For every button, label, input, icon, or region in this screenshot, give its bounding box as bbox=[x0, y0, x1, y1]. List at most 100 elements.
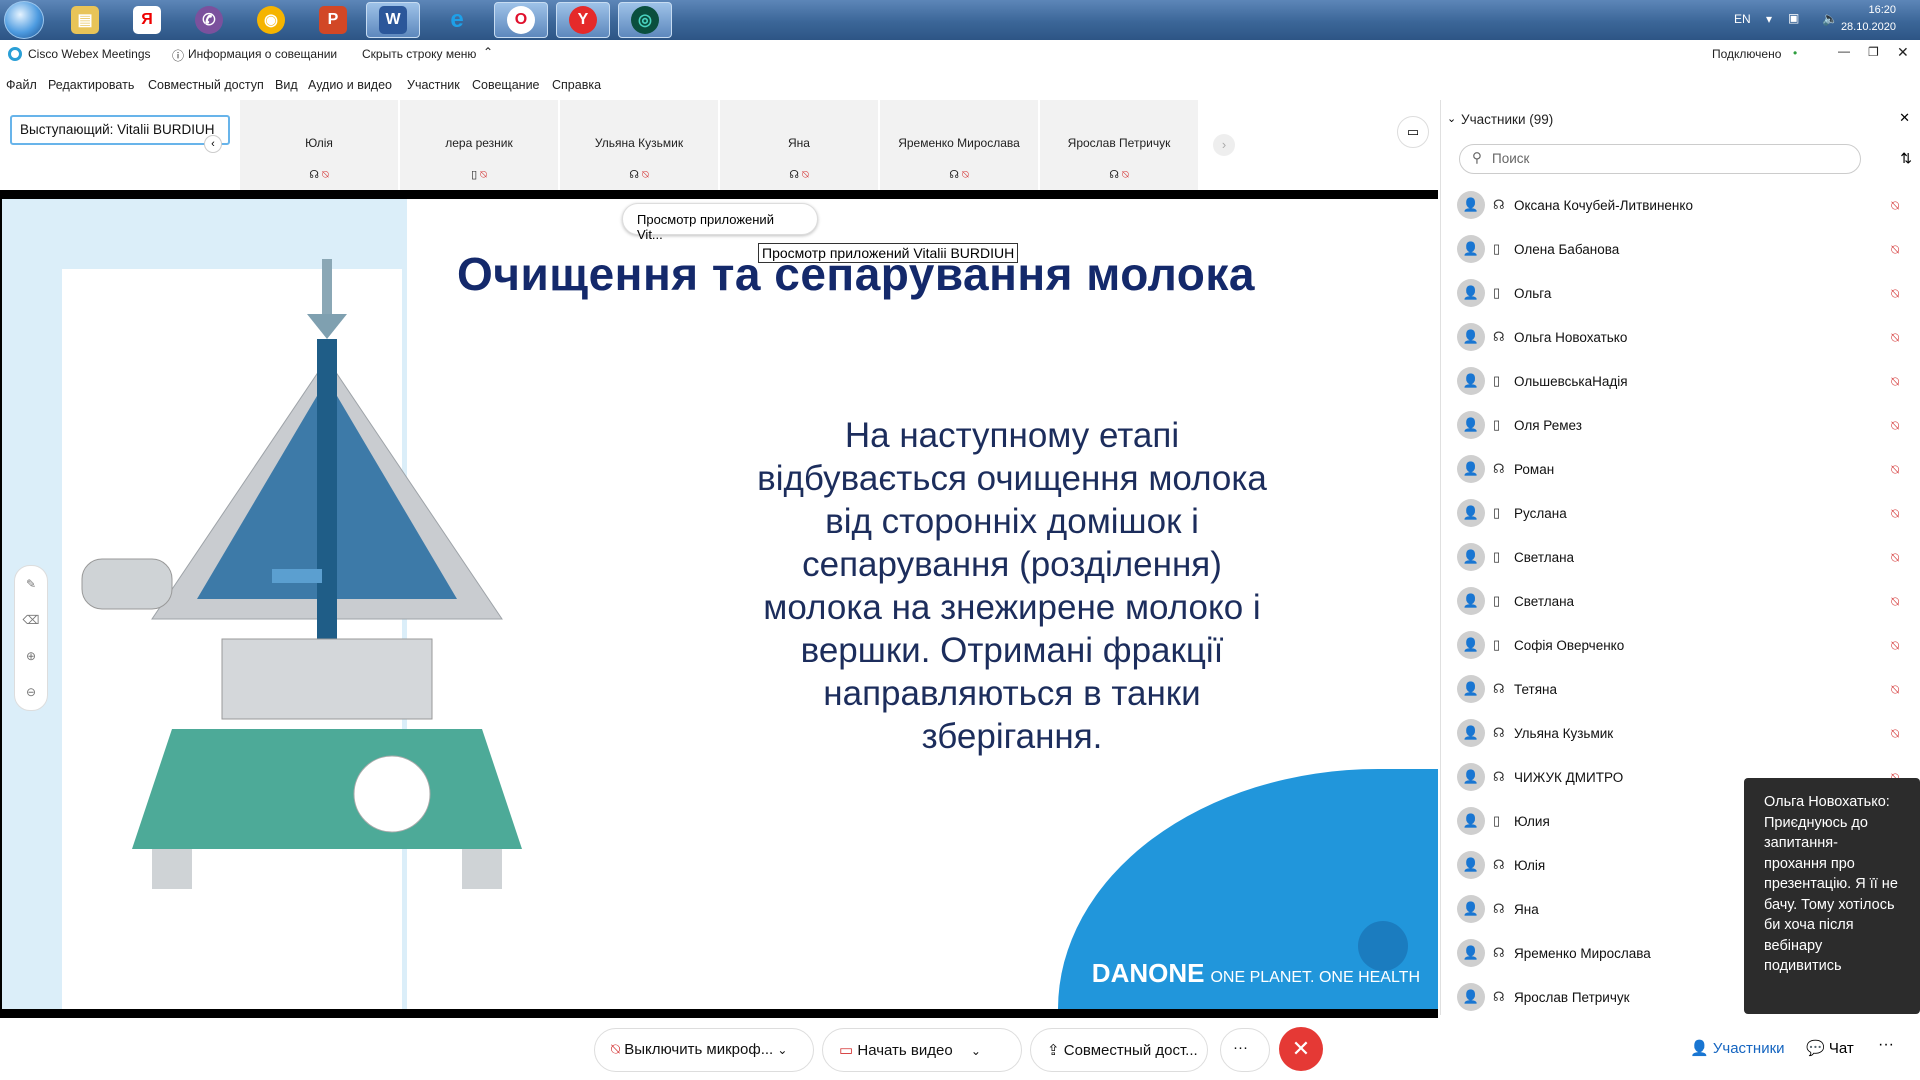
thumbnail[interactable]: Яна ☊ ⍉ bbox=[720, 100, 878, 190]
next-thumbnails-button[interactable]: › bbox=[1213, 134, 1235, 156]
participant-row[interactable]: 👤 ☊ Ульяна Кузьмик ⍉ bbox=[1441, 712, 1920, 756]
chat-tab[interactable]: 💬 Чат bbox=[1806, 1039, 1854, 1057]
mic-muted-icon[interactable]: ⍉ bbox=[1891, 198, 1899, 214]
start-button[interactable] bbox=[4, 1, 44, 39]
meeting-info-link[interactable]: Информация о совещании bbox=[188, 47, 337, 61]
language-indicator[interactable]: EN bbox=[1734, 12, 1751, 26]
sort-icon[interactable]: ⇅ bbox=[1900, 150, 1912, 167]
zoom-in-icon[interactable]: ⊕ bbox=[15, 638, 47, 674]
menu-audio-video[interactable]: Аудио и видео bbox=[308, 78, 392, 92]
info-icon[interactable]: ⓘ bbox=[172, 47, 184, 64]
taskbar-yandex-browser[interactable]: Y bbox=[556, 2, 610, 38]
share-content-button[interactable]: ⇪ Совместный дост... bbox=[1030, 1028, 1208, 1072]
mic-muted-icon[interactable]: ⍉ bbox=[1891, 594, 1899, 610]
mic-muted-icon[interactable]: ⍉ bbox=[1891, 682, 1899, 698]
video-label: Начать видео bbox=[857, 1042, 953, 1059]
taskbar-powerpoint[interactable]: P bbox=[306, 2, 360, 38]
participant-search-input[interactable]: ⚲ Поиск bbox=[1459, 144, 1861, 174]
participant-row[interactable]: 👤 ▯ Оля Ремез ⍉ bbox=[1441, 404, 1920, 448]
chevron-down-icon[interactable]: ⌄ bbox=[777, 1043, 787, 1057]
menu-share[interactable]: Совместный доступ bbox=[148, 78, 264, 92]
headset-icon: ☊ bbox=[1493, 461, 1505, 476]
app-view-tooltip: Просмотр приложений Vitalii BURDIUH bbox=[758, 243, 1019, 263]
zoom-out-icon[interactable]: ⊖ bbox=[15, 674, 47, 710]
panel-more-button[interactable]: ··· bbox=[1878, 1036, 1894, 1054]
close-window-button[interactable]: ✕ bbox=[1897, 44, 1909, 61]
taskbar-explorer[interactable]: ▤ bbox=[58, 2, 112, 38]
menu-edit[interactable]: Редактировать bbox=[48, 78, 134, 92]
eraser-icon[interactable]: ⌫ bbox=[15, 602, 47, 638]
thumbnail[interactable]: Юлія ☊ ⍉ bbox=[240, 100, 398, 190]
annotate-icon[interactable]: ✎ bbox=[15, 566, 47, 602]
hide-menu-link[interactable]: Скрыть строку меню bbox=[362, 47, 476, 61]
chevron-up-icon[interactable]: ⌃ bbox=[483, 45, 493, 59]
menu-file[interactable]: Файл bbox=[6, 78, 37, 92]
headset-icon: ☊ bbox=[1493, 857, 1505, 872]
clock-time[interactable]: 16:20 bbox=[1868, 4, 1896, 16]
windows-taskbar: ▤ Я ✆ ◉ P W e O Y ◎ EN ▾ ▣ 🔈 16:20 28.10… bbox=[0, 0, 1920, 40]
mic-muted-icon[interactable]: ⍉ bbox=[1891, 418, 1899, 434]
participant-row[interactable]: 👤 ▯ Светлана ⍉ bbox=[1441, 536, 1920, 580]
mic-muted-icon[interactable]: ⍉ bbox=[1891, 286, 1899, 302]
taskbar-webex[interactable]: ◎ bbox=[618, 2, 672, 38]
participant-row[interactable]: 👤 ☊ Ольга Новохатько ⍉ bbox=[1441, 316, 1920, 360]
mic-muted-icon[interactable]: ⍉ bbox=[1891, 374, 1899, 390]
mic-muted-icon: ⍉ bbox=[802, 169, 809, 181]
mic-muted-icon[interactable]: ⍉ bbox=[1891, 462, 1899, 478]
collapse-chevron-icon[interactable]: ‹ bbox=[204, 135, 222, 153]
chevron-down-icon[interactable]: ▾ bbox=[1766, 12, 1772, 26]
mic-muted-icon[interactable]: ⍉ bbox=[1891, 726, 1899, 742]
chevron-down-icon[interactable]: ⌄ bbox=[1447, 112, 1456, 125]
mic-muted-icon: ⍉ bbox=[322, 169, 329, 181]
menu-view[interactable]: Вид bbox=[275, 78, 298, 92]
taskbar-word[interactable]: W bbox=[366, 2, 420, 38]
mute-button[interactable]: ⍉ Выключить микроф... ⌄ bbox=[594, 1028, 814, 1072]
taskbar-opera[interactable]: O bbox=[494, 2, 548, 38]
thumbnail[interactable]: лера резник ▯ ⍉ bbox=[400, 100, 558, 190]
participant-row[interactable]: 👤 ▯ Софія Оверченко ⍉ bbox=[1441, 624, 1920, 668]
phone-icon: ▯ bbox=[1493, 593, 1501, 608]
mic-muted-icon[interactable]: ⍉ bbox=[1891, 506, 1899, 522]
chevron-down-icon[interactable]: ⌄ bbox=[971, 1044, 981, 1058]
taskbar-chrome[interactable]: ◉ bbox=[244, 2, 298, 38]
thumbnail[interactable]: Ульяна Кузьмик ☊ ⍉ bbox=[560, 100, 718, 190]
leave-meeting-button[interactable]: ✕ bbox=[1279, 1027, 1323, 1071]
chat-notification[interactable]: Ольга Новохатько: Приєднуюсь до запитанн… bbox=[1744, 778, 1920, 1014]
taskbar-ie[interactable]: e bbox=[430, 2, 484, 38]
participant-row[interactable]: 👤 ▯ Ольга ⍉ bbox=[1441, 272, 1920, 316]
participant-row[interactable]: 👤 ▯ ОльшевськаНадія ⍉ bbox=[1441, 360, 1920, 404]
app-view-pill[interactable]: Просмотр приложений Vit... bbox=[622, 203, 818, 242]
layout-icon[interactable]: ▭ bbox=[1397, 116, 1429, 148]
participant-row[interactable]: 👤 ▯ Светлана ⍉ bbox=[1441, 580, 1920, 624]
participant-row[interactable]: 👤 ☊ Тетяна ⍉ bbox=[1441, 668, 1920, 712]
mic-muted-icon[interactable]: ⍉ bbox=[1891, 242, 1899, 258]
taskbar-viber[interactable]: ✆ bbox=[182, 2, 236, 38]
participants-tab[interactable]: 👤 Участники bbox=[1690, 1039, 1785, 1057]
mic-muted-icon[interactable]: ⍉ bbox=[1891, 638, 1899, 654]
inlet-pipe bbox=[322, 259, 332, 319]
clock-date[interactable]: 28.10.2020 bbox=[1841, 21, 1896, 33]
menu-help[interactable]: Справка bbox=[552, 78, 601, 92]
menu-participant[interactable]: Участник bbox=[407, 78, 460, 92]
active-speaker-label[interactable]: Выступающий: Vitalii BURDIUH bbox=[10, 115, 230, 145]
network-icon[interactable]: ▣ bbox=[1788, 11, 1799, 25]
participant-row[interactable]: 👤 ☊ Оксана Кочубей-Литвиненко ⍉ bbox=[1441, 184, 1920, 228]
menu-meeting[interactable]: Совещание bbox=[472, 78, 540, 92]
close-panel-button[interactable]: ✕ bbox=[1899, 110, 1910, 126]
taskbar-yandex[interactable]: Я bbox=[120, 2, 174, 38]
speaker-icon[interactable]: 🔈 bbox=[1822, 11, 1838, 27]
mic-muted-icon[interactable]: ⍉ bbox=[1891, 550, 1899, 566]
start-video-button[interactable]: ▭ Начать видео ⌄ bbox=[822, 1028, 1022, 1072]
thumbnail[interactable]: Ярослав Петричук ☊ ⍉ bbox=[1040, 100, 1198, 190]
thumbnail[interactable]: Яременко Мирослава ☊ ⍉ bbox=[880, 100, 1038, 190]
avatar: 👤 bbox=[1457, 543, 1485, 571]
participant-row[interactable]: 👤 ▯ Руслана ⍉ bbox=[1441, 492, 1920, 536]
close-icon: ✕ bbox=[1291, 1036, 1311, 1061]
more-options-button[interactable]: ··· bbox=[1220, 1028, 1270, 1072]
restore-button[interactable]: ❐ bbox=[1868, 45, 1879, 59]
mic-muted-icon[interactable]: ⍉ bbox=[1891, 330, 1899, 346]
participant-name: ОльшевськаНадія bbox=[1514, 374, 1628, 389]
minimize-button[interactable]: — bbox=[1838, 44, 1850, 58]
participant-row[interactable]: 👤 ▯ Олена Бабанова ⍉ bbox=[1441, 228, 1920, 272]
participant-row[interactable]: 👤 ☊ Роман ⍉ bbox=[1441, 448, 1920, 492]
